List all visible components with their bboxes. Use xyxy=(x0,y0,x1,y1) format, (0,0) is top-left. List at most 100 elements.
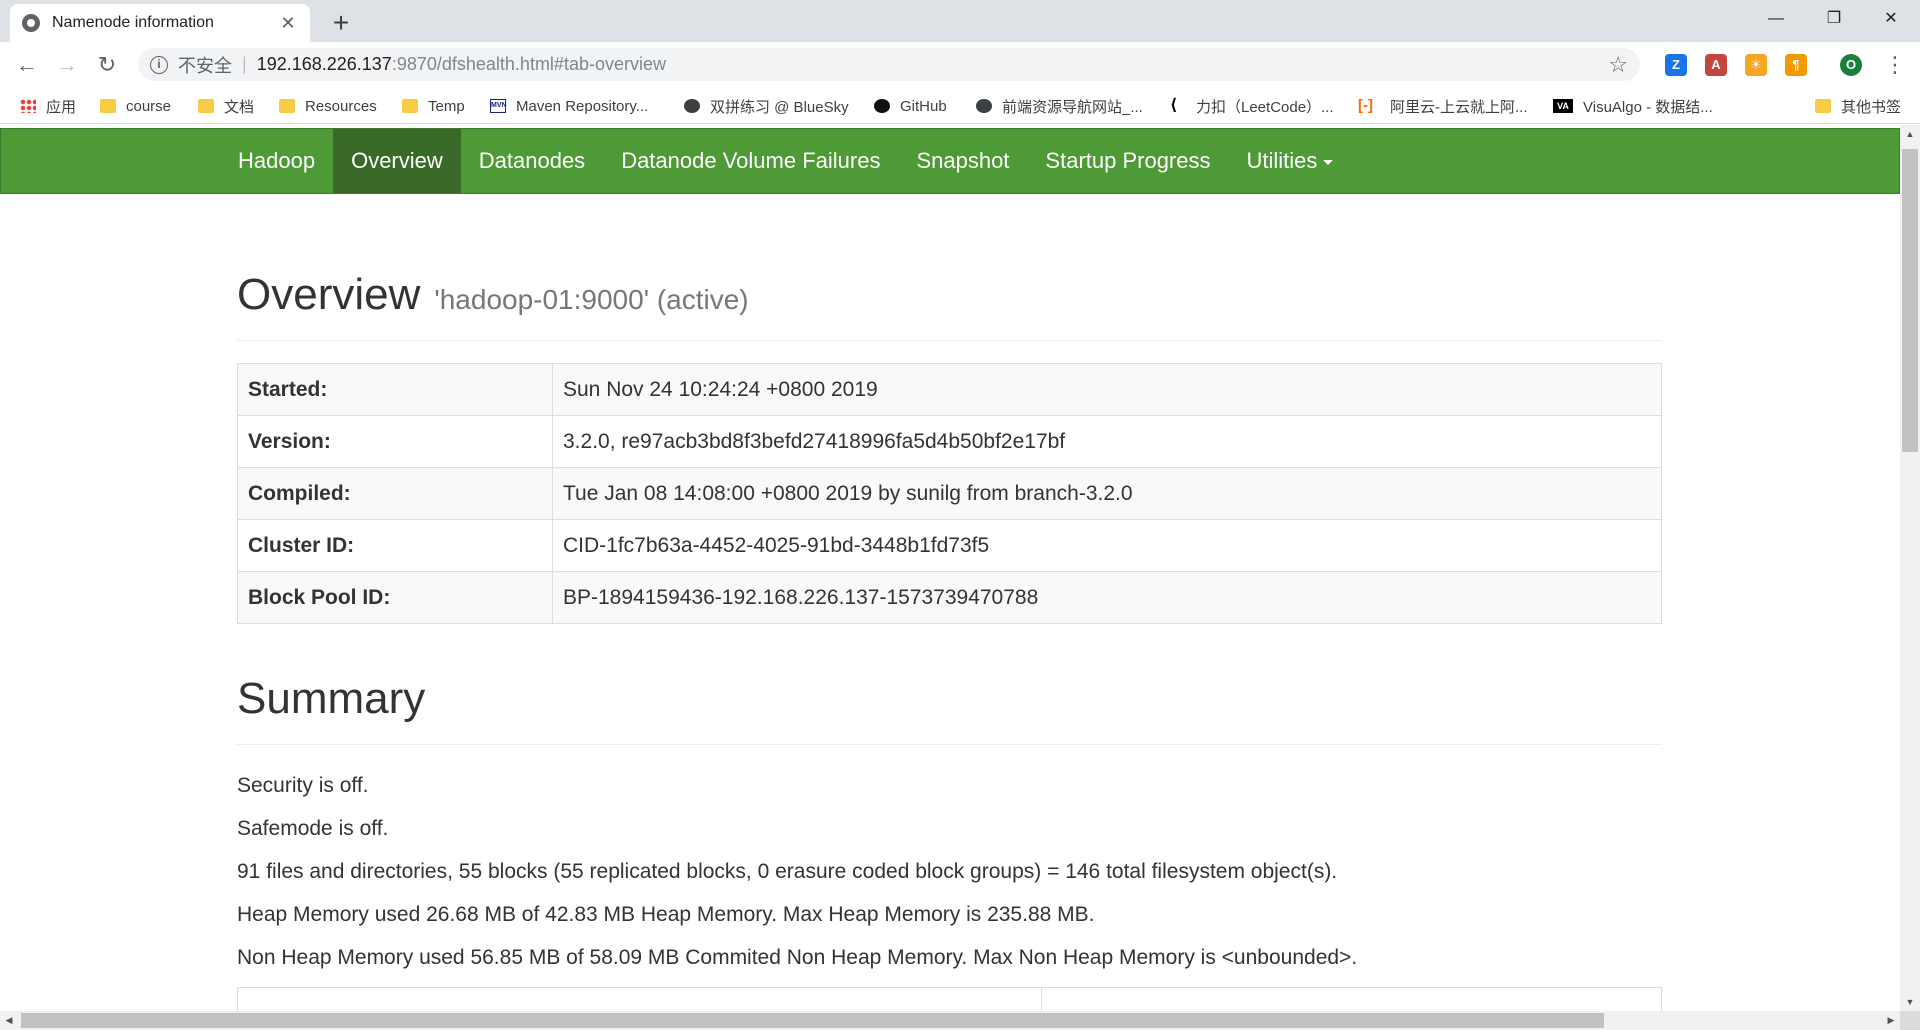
heap-memory: Heap Memory used 26.68 MB of 42.83 MB He… xyxy=(237,903,1095,926)
bookmark-label: 力扣（LeetCode）... xyxy=(1196,98,1334,116)
bookmark-other[interactable]: 其他书签 xyxy=(1815,96,1901,116)
bookmark-label: VisuAlgo - 数据结... xyxy=(1583,98,1713,116)
bookmark-label: 阿里云-上云就上阿... xyxy=(1390,98,1528,116)
bookmark-leetcode[interactable]: ⟨ 力扣（LeetCode）... xyxy=(1170,96,1334,116)
bookmark-label: GitHub xyxy=(900,97,947,115)
summary-table-partial xyxy=(237,987,1662,1011)
bookmark-course[interactable]: course xyxy=(100,96,171,116)
folder-icon xyxy=(100,99,116,113)
main-container: Overview 'hadoop-01:9000' (active) Start… xyxy=(237,194,1662,1011)
folder-icon xyxy=(279,99,295,113)
vertical-scrollbar[interactable]: ▲ ▼ xyxy=(1900,125,1920,1011)
bookmark-visualgo[interactable]: VA VisuAlgo - 数据结... xyxy=(1553,96,1713,116)
horizontal-scroll-thumb[interactable] xyxy=(21,1013,1604,1028)
row-key: Started: xyxy=(237,363,553,416)
navbar-brand[interactable]: Hadoop xyxy=(223,129,333,193)
nav-datanodes[interactable]: Datanodes xyxy=(461,129,603,193)
globe-icon xyxy=(684,99,700,113)
table-row: Version: 3.2.0, re97acb3bd8f3befd2741899… xyxy=(237,415,1662,468)
security-status: Security is off. xyxy=(237,774,369,797)
overview-table: Started: Sun Nov 24 10:24:24 +0800 2019 … xyxy=(237,363,1662,624)
summary-title: Summary xyxy=(237,674,1662,745)
new-tab-button[interactable]: + xyxy=(324,6,358,40)
horizontal-scrollbar[interactable]: ◀ ▶ xyxy=(0,1011,1900,1030)
row-value: 3.2.0, re97acb3bd8f3befd27418996fa5d4b50… xyxy=(552,415,1662,468)
nav-snapshot[interactable]: Snapshot xyxy=(898,129,1027,193)
site-info-icon[interactable]: i xyxy=(150,55,168,74)
bookmark-label: 应用 xyxy=(46,98,77,116)
bookmark-label: 文档 xyxy=(224,98,255,116)
table-row: Compiled: Tue Jan 08 14:08:00 +0800 2019… xyxy=(237,467,1662,520)
bookmark-frontend-nav[interactable]: 前端资源导航网站_... xyxy=(976,96,1143,116)
pdf-extension-icon[interactable]: A xyxy=(1705,54,1727,76)
bookmark-label: Temp xyxy=(428,97,465,115)
navbar-items: Hadoop Overview Datanodes Datanode Volum… xyxy=(223,129,1351,193)
table-divider xyxy=(1041,988,1042,1011)
tab-title: Namenode information xyxy=(52,14,214,31)
utilities-label: Utilities xyxy=(1246,148,1318,173)
window-close-button[interactable]: ✕ xyxy=(1862,0,1920,38)
overview-header: Overview 'hadoop-01:9000' (active) xyxy=(237,270,1662,341)
bookmark-docs[interactable]: 文档 xyxy=(198,96,254,116)
nav-datanode-volume-failures[interactable]: Datanode Volume Failures xyxy=(603,129,898,193)
restore-button[interactable]: ❐ xyxy=(1805,0,1863,38)
scroll-right-icon[interactable]: ▶ xyxy=(1882,1011,1900,1030)
bookmark-star-icon[interactable]: ☆ xyxy=(1608,52,1628,78)
tab-close-icon[interactable]: ✕ xyxy=(278,13,298,34)
minimize-button[interactable]: — xyxy=(1747,0,1805,38)
scroll-up-icon[interactable]: ▲ xyxy=(1900,125,1920,143)
browser-menu-icon[interactable]: ⋮ xyxy=(1880,50,1910,80)
bookmark-aliyun[interactable]: [-] 阿里云-上云就上阿... xyxy=(1358,96,1528,116)
bookmark-apps[interactable]: 应用 xyxy=(20,96,76,116)
nav-utilities-dropdown[interactable]: Utilities xyxy=(1229,129,1352,193)
leetcode-icon: ⟨ xyxy=(1170,97,1178,114)
bookmark-resources[interactable]: Resources xyxy=(279,96,377,116)
address-bar[interactable]: i 不安全 | 192.168.226.137 :9870/dfshealth.… xyxy=(138,48,1640,81)
nav-startup-progress[interactable]: Startup Progress xyxy=(1027,129,1228,193)
bookmark-maven[interactable]: MVN Maven Repository... xyxy=(490,96,648,116)
row-value: CID-1fc7b63a-4452-4025-91bd-3448b1fd73f5 xyxy=(552,519,1662,572)
sun-extension-icon[interactable]: ☀ xyxy=(1745,54,1767,76)
bookmark-label: 双拼练习 @ BlueSky xyxy=(710,98,849,116)
bookmark-temp[interactable]: Temp xyxy=(402,96,465,116)
folder-icon xyxy=(1815,99,1831,113)
folder-icon xyxy=(402,99,418,113)
row-key: Compiled: xyxy=(237,467,553,520)
row-key: Version: xyxy=(237,415,553,468)
vertical-scroll-thumb[interactable] xyxy=(1902,149,1918,452)
mvn-icon: MVN xyxy=(490,99,507,113)
url-host: 192.168.226.137 xyxy=(256,54,392,74)
back-button[interactable]: ← xyxy=(12,50,42,80)
row-key: Block Pool ID: xyxy=(237,571,553,624)
url-separator: | xyxy=(242,54,247,74)
row-value: Tue Jan 08 14:08:00 +0800 2019 by sunilg… xyxy=(552,467,1662,520)
visualgo-icon: VA xyxy=(1553,99,1573,113)
bookmark-label: 其他书签 xyxy=(1841,98,1902,116)
row-value: BP-1894159436-192.168.226.137-1573739470… xyxy=(552,571,1662,624)
z-extension-icon[interactable]: Z xyxy=(1665,54,1687,76)
filesystem-objects: 91 files and directories, 55 blocks (55 … xyxy=(237,860,1338,883)
scroll-down-icon[interactable]: ▼ xyxy=(1900,993,1920,1011)
globe-favicon-icon xyxy=(22,14,40,32)
bookmark-bluesky[interactable]: 双拼练习 @ BlueSky xyxy=(684,96,849,116)
nav-overview[interactable]: Overview xyxy=(333,129,461,193)
bookmark-label: Resources xyxy=(305,97,377,115)
page-viewport: Hadoop Overview Datanodes Datanode Volum… xyxy=(0,125,1900,1011)
browser-tab[interactable]: Namenode information ✕ xyxy=(10,4,310,42)
scroll-left-icon[interactable]: ◀ xyxy=(0,1011,18,1030)
bookmarks-bar: 应用 course 文档 Resources Temp MVN Maven Re… xyxy=(0,87,1920,124)
browser-tab-strip: Namenode information ✕ + — ❐ ✕ xyxy=(0,0,1920,42)
bookmark-label: 前端资源导航网站_... xyxy=(1002,98,1143,116)
paragraph-extension-icon[interactable]: ¶ xyxy=(1785,54,1807,76)
overview-subtitle: 'hadoop-01:9000' (active) xyxy=(434,284,749,315)
safemode-status: Safemode is off. xyxy=(237,817,389,840)
profile-avatar-icon[interactable]: O xyxy=(1840,54,1862,76)
forward-button[interactable]: → xyxy=(52,50,82,80)
table-row: Cluster ID: CID-1fc7b63a-4452-4025-91bd-… xyxy=(237,519,1662,572)
bookmark-github[interactable]: GitHub xyxy=(874,96,947,116)
row-key: Cluster ID: xyxy=(237,519,553,572)
overview-title: Overview xyxy=(237,270,421,319)
folder-icon xyxy=(198,99,214,113)
reload-button[interactable]: ↻ xyxy=(92,50,122,80)
bookmark-label: Maven Repository... xyxy=(516,97,649,115)
